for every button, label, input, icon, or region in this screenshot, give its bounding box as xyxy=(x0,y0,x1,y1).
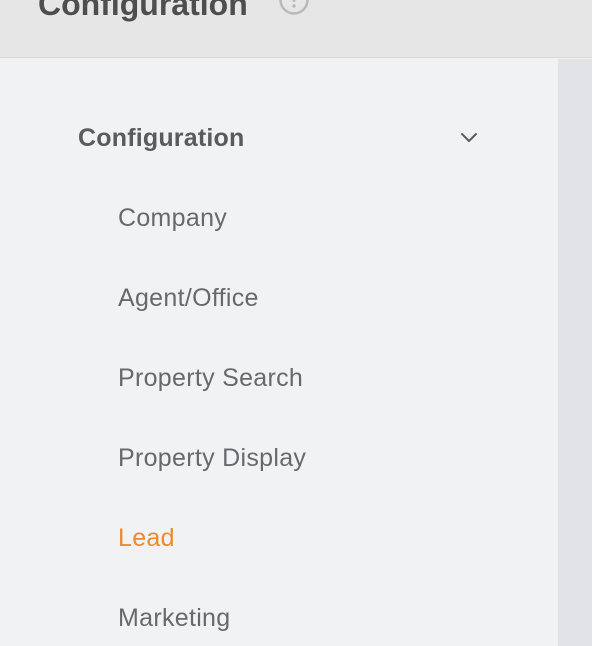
main-content-panel xyxy=(558,59,592,646)
help-circle-icon[interactable] xyxy=(278,0,310,16)
sidebar-item-marketing[interactable]: Marketing xyxy=(118,600,230,636)
sidebar-item-agent-office[interactable]: Agent/Office xyxy=(118,280,259,316)
page-title: Configuration xyxy=(38,0,248,22)
sidebar-item-company[interactable]: Company xyxy=(118,200,227,236)
sidebar-item-property-search[interactable]: Property Search xyxy=(118,360,303,396)
chevron-down-icon xyxy=(461,133,477,142)
sidebar-item-property-display[interactable]: Property Display xyxy=(118,440,306,476)
page-header: Configuration xyxy=(0,0,592,58)
sidebar-item-lead[interactable]: Lead xyxy=(118,520,175,556)
section-title: Configuration xyxy=(78,124,245,152)
configuration-section-toggle[interactable]: Configuration xyxy=(78,120,488,156)
